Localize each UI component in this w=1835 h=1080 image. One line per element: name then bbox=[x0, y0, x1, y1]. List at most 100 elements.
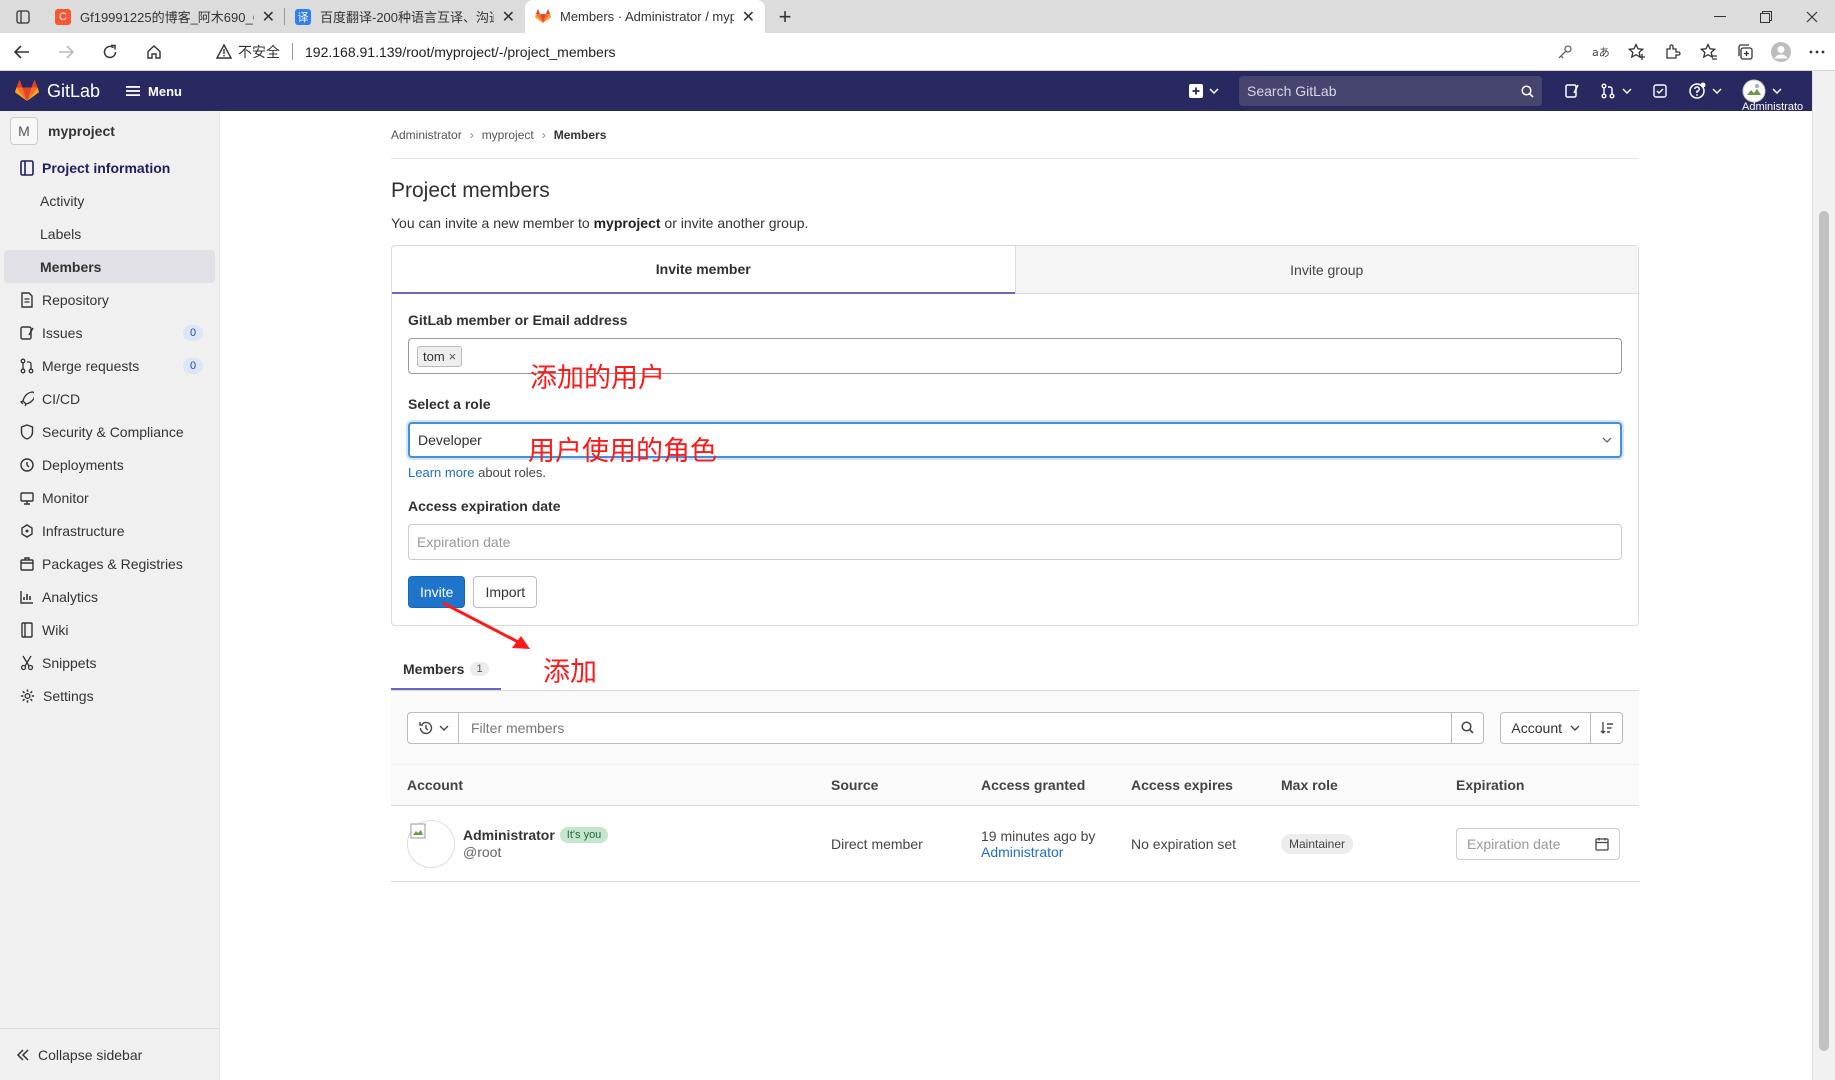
sidebar-item-deployments[interactable]: Deployments bbox=[4, 448, 215, 481]
page-scrollbar[interactable] bbox=[1812, 71, 1835, 1080]
gitlab-home-link[interactable]: GitLab bbox=[15, 80, 100, 102]
issues-header-icon[interactable] bbox=[1564, 83, 1580, 99]
favorites-icon[interactable] bbox=[1691, 33, 1727, 71]
sidebar-item-label: Issues bbox=[42, 324, 83, 341]
tab-actions-icon[interactable] bbox=[0, 0, 45, 33]
project-name: myproject bbox=[48, 123, 115, 139]
reload-icon[interactable] bbox=[88, 33, 132, 71]
favorite-add-icon[interactable] bbox=[1619, 33, 1655, 71]
member-expiration-input[interactable]: Expiration date bbox=[1456, 827, 1620, 860]
baidu-favicon-icon: 译 bbox=[295, 8, 311, 25]
new-tab-button[interactable]: + bbox=[765, 0, 805, 33]
sort-direction-button[interactable] bbox=[1591, 711, 1623, 744]
minimize-icon[interactable] bbox=[1697, 0, 1743, 33]
sidebar-item-merge-requests[interactable]: Merge requests 0 bbox=[4, 349, 215, 382]
close-tab-icon[interactable]: ✕ bbox=[262, 7, 275, 27]
sidebar-item-labels[interactable]: Labels bbox=[4, 217, 215, 250]
forward-icon[interactable] bbox=[44, 33, 88, 71]
menu-button[interactable]: Menu bbox=[126, 84, 182, 99]
merge-requests-header-icon[interactable] bbox=[1600, 83, 1632, 99]
sidebar-item-snippets[interactable]: Snippets bbox=[4, 646, 215, 679]
sidebar-item-cicd[interactable]: CI/CD bbox=[4, 382, 215, 415]
annotation-role-note: 用户使用的角色 bbox=[528, 436, 717, 467]
breadcrumb-administrator[interactable]: Administrator bbox=[391, 128, 462, 142]
profile-icon[interactable] bbox=[1763, 33, 1799, 71]
remove-token-icon[interactable]: × bbox=[449, 349, 457, 364]
warning-icon[interactable] bbox=[216, 43, 232, 59]
sidebar-item-wiki[interactable]: Wiki bbox=[4, 613, 215, 646]
tab-invite-group[interactable]: Invite group bbox=[1014, 246, 1638, 294]
home-icon[interactable] bbox=[132, 33, 176, 71]
member-token[interactable]: tom × bbox=[417, 345, 463, 367]
gitlab-logo-icon bbox=[15, 80, 39, 101]
user-menu[interactable]: Administrato bbox=[1742, 79, 1812, 113]
breadcrumb-members[interactable]: Members bbox=[554, 128, 607, 142]
filter-members-input[interactable]: Filter members bbox=[459, 711, 1453, 744]
sidebar-item-issues[interactable]: Issues 0 bbox=[4, 316, 215, 349]
sidebar-item-activity[interactable]: Activity bbox=[4, 184, 215, 217]
restore-icon[interactable] bbox=[1743, 0, 1789, 33]
user-label: Administrato bbox=[1742, 101, 1804, 113]
avatar[interactable] bbox=[407, 819, 455, 868]
breadcrumb-myproject[interactable]: myproject bbox=[482, 128, 534, 142]
sidebar-item-label: Deployments bbox=[42, 456, 124, 473]
chevron-down-icon bbox=[1570, 725, 1580, 731]
learn-more-link[interactable]: Learn more bbox=[408, 465, 474, 480]
sidebar-item-label: Settings bbox=[43, 687, 94, 704]
close-window-icon[interactable] bbox=[1789, 0, 1835, 33]
double-chevron-left-icon bbox=[16, 1048, 29, 1061]
url-field[interactable]: 不安全 192.168.91.139/root/myproject/-/proj… bbox=[176, 37, 1547, 67]
project-avatar: M bbox=[10, 117, 38, 145]
member-username: @root bbox=[463, 844, 502, 860]
browser-tab-csdn[interactable]: C Gf19991225的博客_阿木690_CSD ✕ bbox=[45, 0, 285, 33]
tab-invite-member[interactable]: Invite member bbox=[392, 246, 1015, 294]
sidebar-item-monitor[interactable]: Monitor bbox=[4, 481, 215, 514]
sidebar-item-project-information[interactable]: Project information bbox=[4, 151, 215, 184]
close-tab-icon[interactable]: ✕ bbox=[502, 7, 515, 27]
back-icon[interactable] bbox=[0, 33, 44, 71]
more-icon[interactable] bbox=[1799, 33, 1835, 71]
annotation-add-note: 添加 bbox=[543, 657, 597, 688]
extensions-icon[interactable] bbox=[1655, 33, 1691, 71]
sidebar-item-analytics[interactable]: Analytics bbox=[4, 580, 215, 613]
granted-by-link[interactable]: Administrator bbox=[981, 844, 1131, 860]
sidebar-item-members[interactable]: Members bbox=[4, 250, 215, 283]
key-icon[interactable] bbox=[1547, 33, 1583, 71]
url-text: 192.168.91.139/root/myproject/-/project_… bbox=[305, 43, 616, 60]
sort-dropdown[interactable]: Account bbox=[1500, 711, 1591, 744]
sidebar-item-infrastructure[interactable]: Infrastructure bbox=[4, 514, 215, 547]
collapse-sidebar-button[interactable]: Collapse sidebar bbox=[0, 1028, 219, 1080]
member-name[interactable]: Administrator bbox=[463, 827, 555, 843]
sidebar-item-packages[interactable]: Packages & Registries bbox=[4, 547, 215, 580]
filter-search-button[interactable] bbox=[1452, 711, 1485, 744]
filter-placeholder: Filter members bbox=[471, 719, 565, 736]
browser-tab-gitlab[interactable]: Members · Administrator / mypr ✕ bbox=[525, 0, 765, 33]
page-title: Project members bbox=[391, 179, 550, 202]
todos-header-icon[interactable] bbox=[1652, 83, 1668, 99]
chevron-down-icon bbox=[439, 725, 448, 731]
sidebar-item-security[interactable]: Security & Compliance bbox=[4, 415, 215, 448]
page-description: You can invite a new member to myproject… bbox=[391, 215, 809, 231]
recent-searches-button[interactable] bbox=[407, 711, 459, 744]
sidebar-project-link[interactable]: M myproject bbox=[0, 111, 219, 151]
close-tab-icon[interactable]: ✕ bbox=[742, 7, 755, 27]
expiration-date-input[interactable]: Expiration date bbox=[408, 524, 1622, 560]
scrollbar-thumb[interactable] bbox=[1819, 211, 1829, 1051]
info-icon bbox=[20, 159, 34, 176]
tab-title: Members · Administrator / mypr bbox=[560, 9, 734, 24]
new-dropdown[interactable] bbox=[1189, 84, 1219, 98]
merge-requests-count-badge: 0 bbox=[183, 357, 203, 374]
help-header-icon[interactable] bbox=[1688, 82, 1722, 100]
chart-icon bbox=[20, 590, 33, 604]
invite-actions: Invite Import bbox=[408, 576, 1622, 608]
sort-label: Account bbox=[1511, 719, 1562, 736]
sort-lowest-icon bbox=[1600, 721, 1613, 734]
search-input[interactable]: Search GitLab bbox=[1239, 76, 1542, 106]
sidebar-item-repository[interactable]: Repository bbox=[4, 283, 215, 316]
browser-tabstrip: C Gf19991225的博客_阿木690_CSD ✕ 译 百度翻译-200种语… bbox=[0, 0, 1835, 33]
browser-tab-baidu[interactable]: 译 百度翻译-200种语言互译、沟通全 ✕ bbox=[285, 0, 525, 33]
sidebar-item-settings[interactable]: Settings bbox=[4, 679, 215, 712]
invite-tabs: Invite member Invite group bbox=[392, 246, 1638, 294]
translate-icon[interactable]: aあ bbox=[1583, 33, 1619, 71]
collections-icon[interactable] bbox=[1727, 33, 1763, 71]
